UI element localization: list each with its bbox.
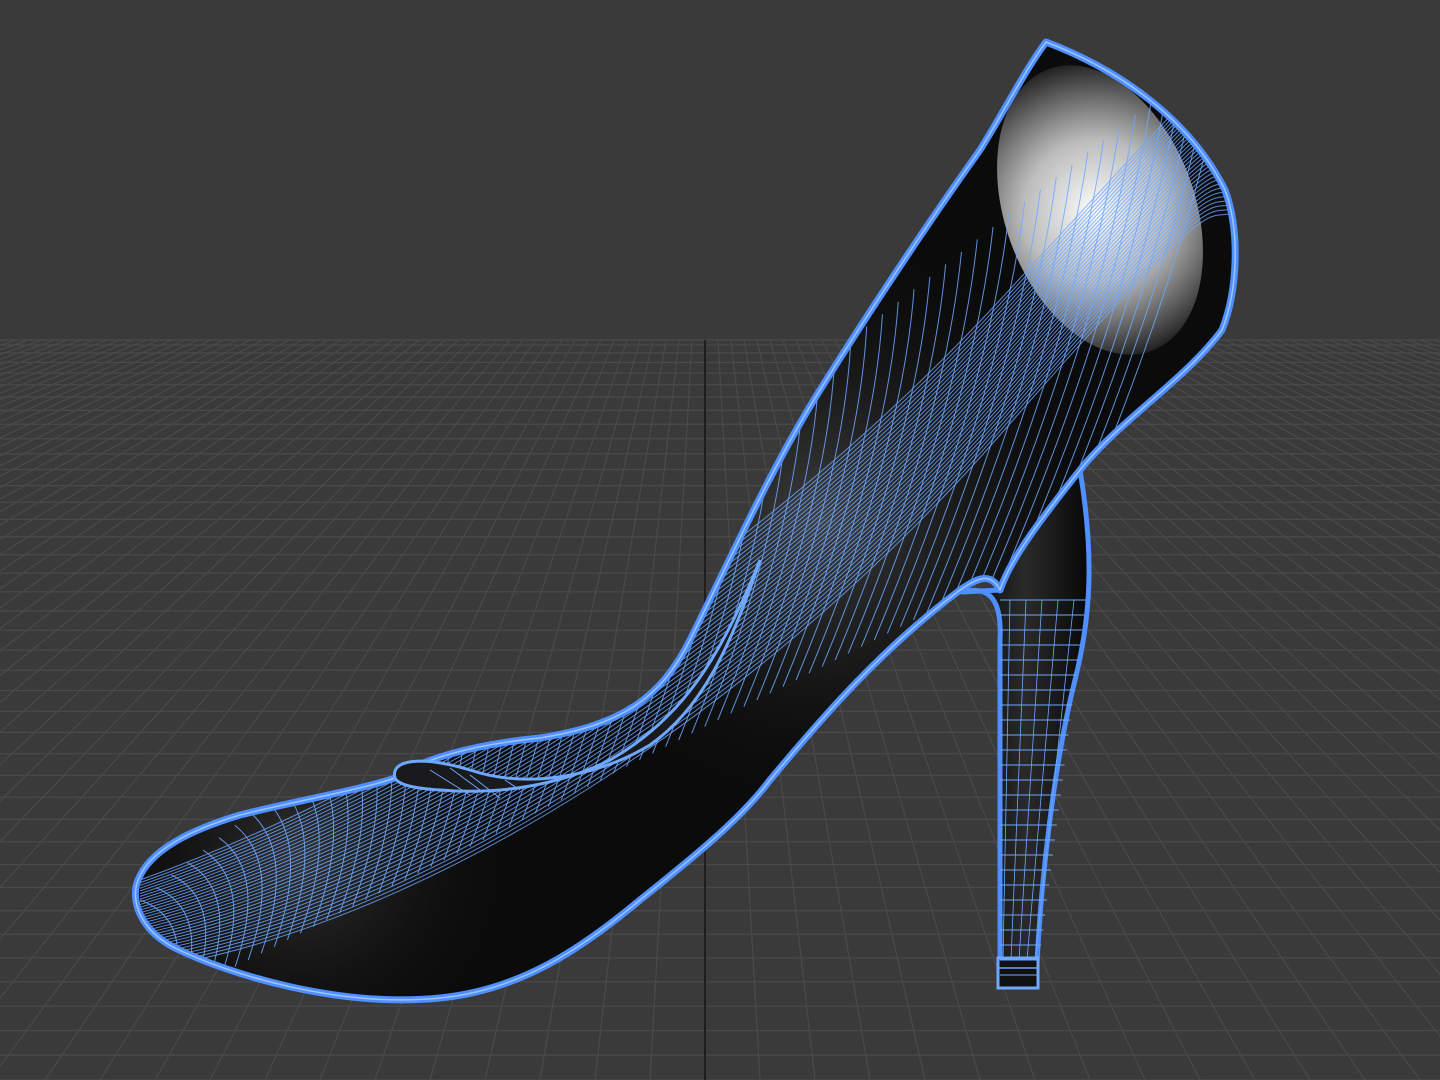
- scene-canvas[interactable]: [0, 0, 1440, 1080]
- 3d-viewport[interactable]: [0, 0, 1440, 1080]
